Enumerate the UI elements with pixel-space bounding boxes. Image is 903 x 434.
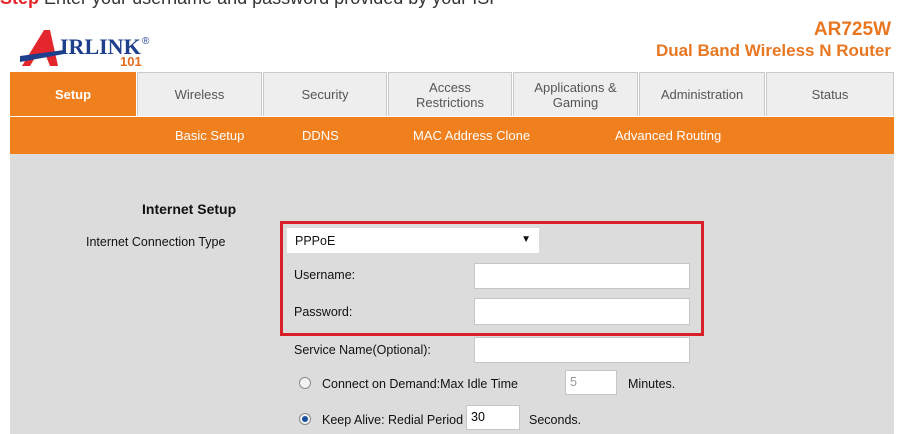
max-idle-time-input[interactable]: 5 <box>565 370 617 395</box>
logo-registered-mark: ® <box>142 36 150 47</box>
service-name-input[interactable] <box>474 337 690 363</box>
tab-security[interactable]: Security <box>263 72 387 116</box>
tab-setup[interactable]: Setup <box>10 72 136 116</box>
tab-wireless[interactable]: Wireless <box>137 72 262 116</box>
minutes-label: Minutes. <box>628 377 676 391</box>
tab-access-restrictions[interactable]: Access Restrictions <box>388 72 512 116</box>
main-tabs: Setup Wireless Security Access Restricti… <box>10 72 894 117</box>
credentials-highlight-box <box>280 221 704 336</box>
subnav-mac-address-clone[interactable]: MAC Address Clone <box>413 128 530 143</box>
redial-period-input[interactable]: 30 <box>466 405 520 430</box>
service-name-label: Service Name(Optional): <box>294 343 431 357</box>
logo-number: 101 <box>120 54 142 69</box>
tab-status[interactable]: Status <box>766 72 894 116</box>
product-name: Dual Band Wireless N Router <box>655 41 891 60</box>
subnav-advanced-routing[interactable]: Advanced Routing <box>615 128 721 143</box>
instruction-line: Step Enter your username and password pr… <box>0 0 700 8</box>
setup-subnav: Basic Setup DDNS MAC Address Clone Advan… <box>10 117 894 154</box>
section-title: Internet Setup <box>142 201 237 217</box>
connection-type-label: Internet Connection Type <box>86 235 226 249</box>
router-model: AR725W Dual Band Wireless N Router <box>656 20 891 62</box>
connect-on-demand-label: Connect on Demand:Max Idle Time <box>322 377 518 391</box>
instruction-text: Enter your username and password provide… <box>44 0 501 8</box>
connect-on-demand-radio[interactable] <box>299 377 311 389</box>
keep-alive-label: Keep Alive: Redial Period <box>322 413 464 427</box>
keep-alive-radio[interactable] <box>299 413 311 425</box>
step-label: Step <box>0 0 39 8</box>
tab-administration[interactable]: Administration <box>639 72 765 116</box>
subnav-ddns[interactable]: DDNS <box>302 128 339 143</box>
tab-applications-gaming[interactable]: Applications & Gaming <box>513 72 638 116</box>
model-number: AR725W <box>813 19 891 40</box>
subnav-basic-setup[interactable]: Basic Setup <box>175 128 244 143</box>
airlink-logo: IRLINK ® 101 <box>18 26 158 72</box>
seconds-label: Seconds. <box>529 413 582 427</box>
